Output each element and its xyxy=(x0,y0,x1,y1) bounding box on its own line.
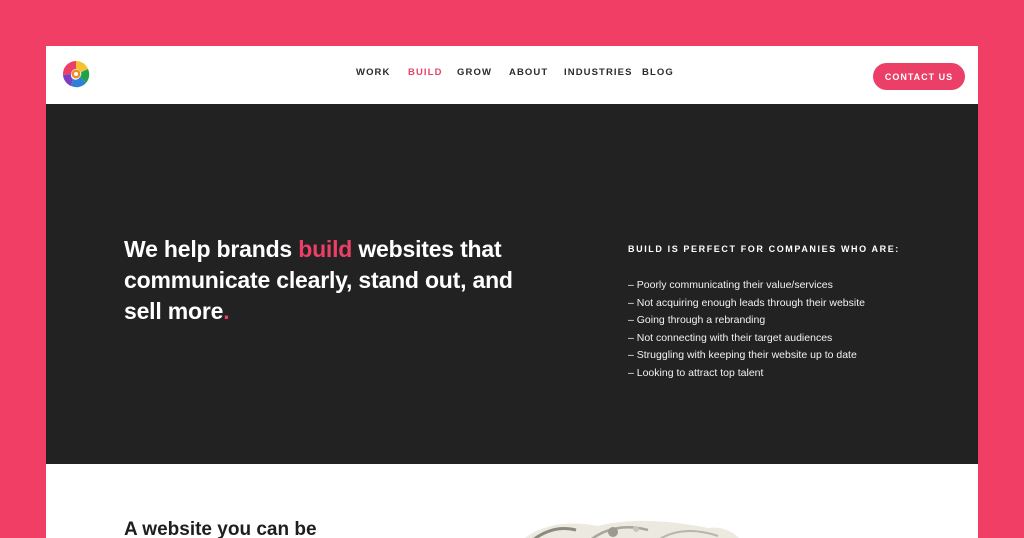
list-item: – Not acquiring enough leads through the… xyxy=(628,296,865,309)
nav-item-about[interactable]: ABOUT xyxy=(509,67,548,78)
nav-item-industries[interactable]: INDUSTRIES xyxy=(564,67,633,78)
headline-accent-word: build xyxy=(298,236,353,262)
nav-item-blog[interactable]: BLOG xyxy=(642,67,674,78)
headline-text-before: We help brands xyxy=(124,236,299,262)
list-item: – Struggling with keeping their website … xyxy=(628,349,857,361)
headline-period: . xyxy=(223,298,230,324)
hero-section: We help brands build websites that commu… xyxy=(46,104,978,464)
list-item: – Not connecting with their target audie… xyxy=(628,331,833,344)
list-item: – Going through a rebranding xyxy=(628,314,766,326)
lower-section: A website you can be xyxy=(46,464,978,538)
hero-headline: We help brands build websites that commu… xyxy=(124,234,544,327)
sketch-illustration-image xyxy=(524,520,739,538)
ideal-customer-title: BUILD IS PERFECT FOR COMPANIES WHO ARE: xyxy=(628,244,900,254)
site-header: WORK BUILD GROW ABOUT INDUSTRIES BLOG CO… xyxy=(46,46,978,104)
ideal-customer-list: – Poorly communicating their value/servi… xyxy=(628,277,948,382)
contact-us-button[interactable]: CONTACT US xyxy=(873,63,965,90)
nav-item-work[interactable]: WORK xyxy=(356,67,390,78)
nav-item-grow[interactable]: GROW xyxy=(457,67,492,78)
ideal-customer-panel: BUILD IS PERFECT FOR COMPANIES WHO ARE: … xyxy=(628,244,948,382)
browser-frame: WORK BUILD GROW ABOUT INDUSTRIES BLOG CO… xyxy=(46,46,978,538)
nav-item-build[interactable]: BUILD xyxy=(408,67,443,78)
list-item: – Poorly communicating their value/servi… xyxy=(628,279,833,291)
main-nav: WORK BUILD GROW ABOUT INDUSTRIES BLOG xyxy=(46,46,978,104)
list-item: – Looking to attract top talent xyxy=(628,366,764,379)
section-heading: A website you can be xyxy=(124,519,317,538)
